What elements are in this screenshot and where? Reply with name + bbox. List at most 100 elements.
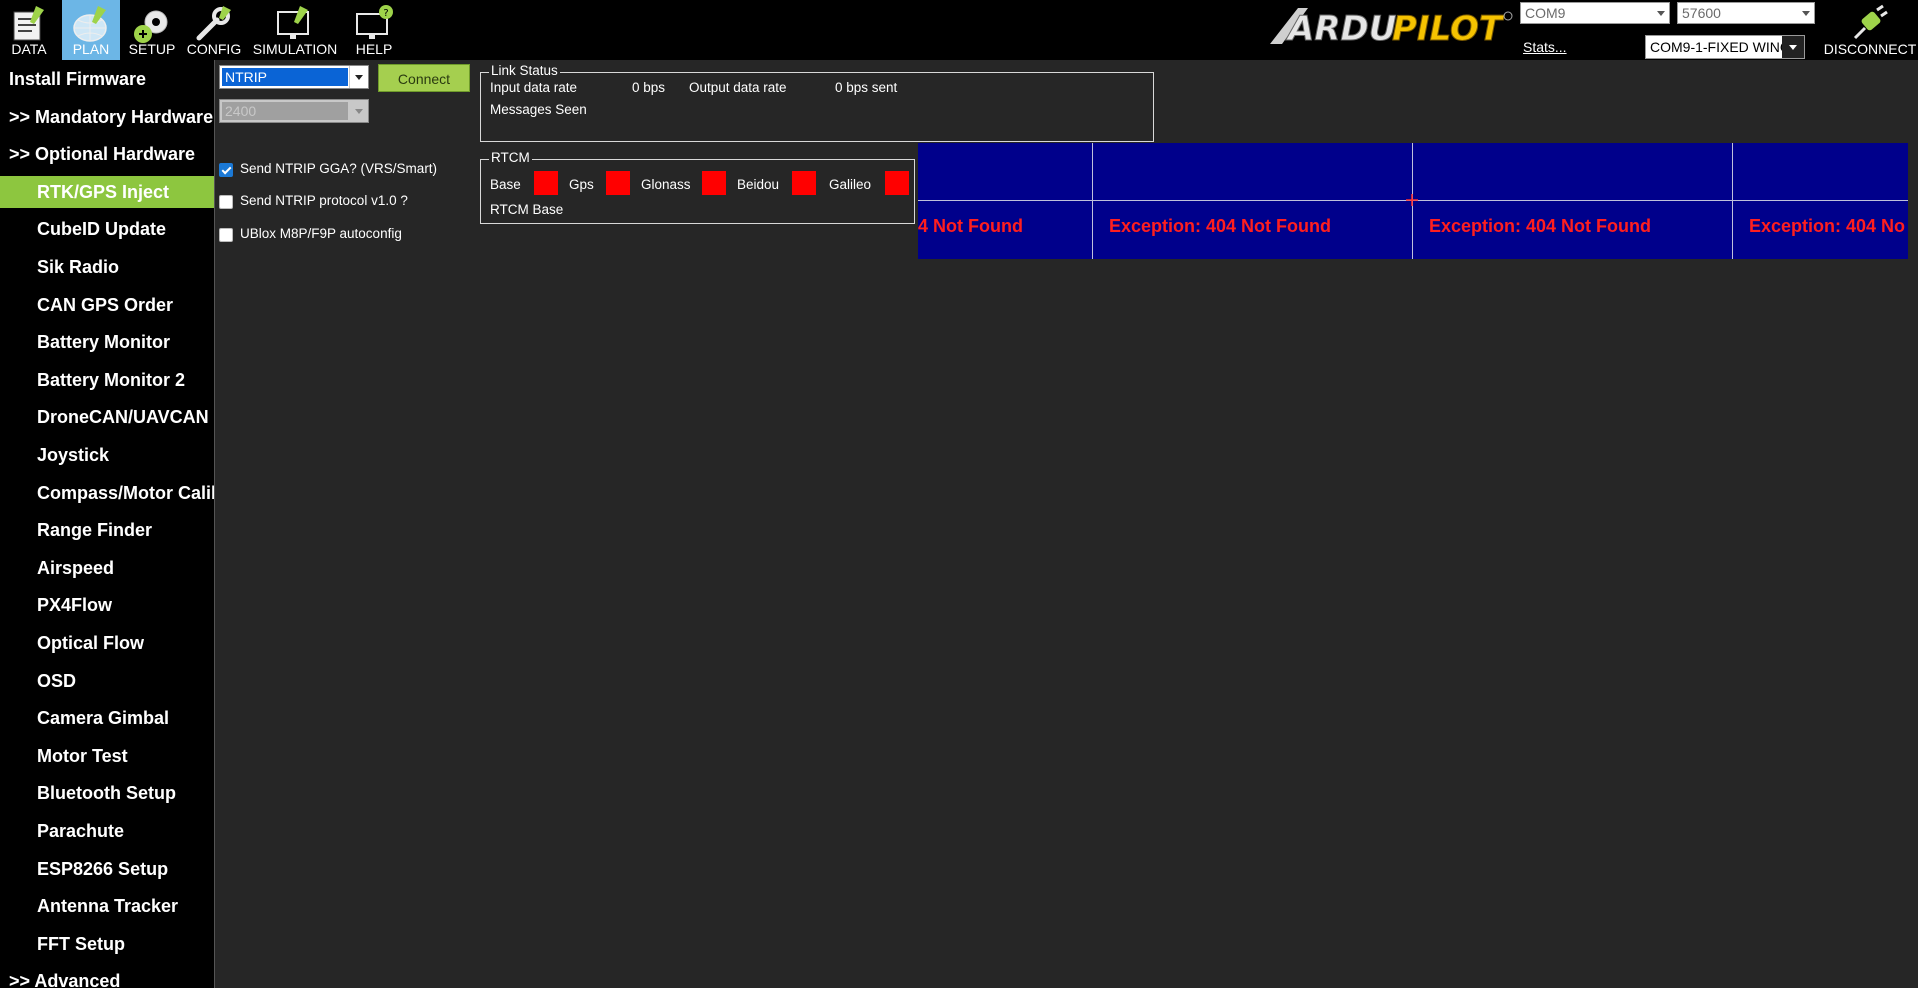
chevron-down-icon [1796,3,1814,23]
ntrip-v1-label: Send NTRIP protocol v1.0 ? [240,193,408,208]
ublox-autoconfig-label: UBlox M8P/F9P autoconfig [240,226,402,241]
rtcm-base-indicator [534,171,558,195]
sidebar-item[interactable]: ESP8266 Setup [0,853,214,885]
port-select[interactable]: COM9 [1520,2,1670,24]
data-icon [13,6,44,41]
toolbar-simulation-label: SIMULATION [252,41,338,57]
sidebar-item[interactable]: Optical Flow [0,627,214,659]
output-rate-value: 0 bps sent [835,80,898,95]
vehicle-value: COM9-1-FIXED WING [1650,39,1791,55]
sidebar-item[interactable]: Battery Monitor 2 [0,364,214,396]
stats-link[interactable]: Stats... [1523,39,1567,55]
sidebar-item[interactable]: DroneCAN/UAVCAN [0,401,214,433]
banner-divider [1092,143,1093,259]
toolbar-data-label: DATA [11,41,47,57]
sidebar-item[interactable]: CubeID Update [0,213,214,245]
ublox-autoconfig-checkbox[interactable] [219,228,233,242]
toolbar-data-button[interactable]: DATA [0,0,58,60]
svg-text:?: ? [383,8,388,19]
rtcm-beidou-label: Beidou [737,177,780,192]
gear-setup-icon [134,10,168,43]
input-rate-value: 0 bps [632,80,666,95]
rtcm-title: RTCM [489,150,532,165]
sidebar-item[interactable]: Range Finder [0,514,214,546]
sidebar-item[interactable]: Battery Monitor [0,326,214,358]
toolbar-plan-button[interactable]: PLAN [62,0,120,60]
sidebar-divider [214,60,215,988]
sidebar-item[interactable]: Antenna Tracker [0,890,214,922]
error-message: 4 Not Found [918,216,1023,236]
rtcm-glonass-label: Glonass [641,177,691,192]
chevron-down-icon [350,100,368,122]
sidebar-item[interactable]: >> Advanced [0,965,214,988]
monitor-simulation-icon [277,6,309,39]
sidebar-item[interactable]: OSD [0,665,214,697]
setup-sidebar: Install Firmware >> Mandatory Hardware >> … [0,60,214,988]
sidebar-item[interactable]: Sik Radio [0,251,214,283]
send-gga-label: Send NTRIP GGA? (VRS/Smart) [240,161,438,176]
rtcm-glonass-indicator [702,171,726,195]
crosshair-icon [1406,194,1418,206]
chevron-down-icon [1782,36,1804,58]
sidebar-item[interactable]: Airspeed [0,552,214,584]
sidebar-item[interactable]: >> Optional Hardware [0,138,214,170]
rtcm-gps-label: Gps [569,177,594,192]
sidebar-item[interactable]: FFT Setup [0,928,214,960]
svg-text:PILOT: PILOT [1392,9,1505,48]
ardupilot-logo: ARDU PILOT [1270,8,1513,48]
toolbar-plan-label: PLAN [72,41,110,57]
inject-baud-value: 2400 [222,102,348,120]
messages-seen-label: Messages Seen [490,102,587,117]
sidebar-item[interactable]: Motor Test [0,740,214,772]
input-rate-label: Input data rate [490,80,578,95]
toolbar-simulation-button[interactable]: SIMULATION [250,0,340,60]
baud-select[interactable]: 57600 [1677,2,1815,24]
rtcm-base-label: Base [490,177,521,192]
banner-divider [1732,143,1733,259]
connect-button[interactable]: Connect [378,64,470,92]
toolbar-setup-button[interactable]: SETUP [124,0,180,60]
toolbar-help-button[interactable]: ? HELP [346,0,402,60]
rtcm-base-text: RTCM Base [490,202,564,217]
globe-plan-icon [73,6,107,42]
sidebar-item[interactable]: Install Firmware [0,63,214,95]
port-value: COM9 [1525,5,1566,21]
plug-disconnect-icon [1853,4,1888,40]
chevron-down-icon [349,66,368,88]
error-message: Exception: 404 No [1749,216,1906,236]
rtcm-beidou-indicator [792,171,816,195]
map-error-banner: 4 Not Found Exception: 404 Not Found Exc… [918,143,1908,259]
rtcm-gps-indicator [606,171,630,195]
chevron-down-icon [1651,3,1669,23]
output-rate-label: Output data rate [689,80,787,95]
toolbar-config-button[interactable]: CONFIG [186,0,242,60]
help-icon: ? [356,5,393,39]
rtcm-galileo-indicator [885,171,909,195]
error-message: Exception: 404 Not Found [1429,216,1652,236]
rtcm-galileo-label: Galileo [829,177,872,192]
baud-value: 57600 [1682,5,1721,21]
sidebar-item[interactable]: Compass/Motor Calib [0,477,214,509]
toolbar-config-label: CONFIG [186,41,242,57]
sidebar-item[interactable]: RTK/GPS Inject [0,175,214,208]
vehicle-select[interactable]: COM9-1-FIXED WING [1645,35,1805,59]
inject-source-select[interactable]: NTRIP [219,65,369,89]
sidebar-item[interactable]: Joystick [0,439,214,471]
link-status-title: Link Status [489,63,560,78]
sidebar-item[interactable]: Bluetooth Setup [0,777,214,809]
inject-baud-select: 2400 [219,99,369,123]
sidebar-item[interactable]: CAN GPS Order [0,289,214,321]
sidebar-item[interactable]: PX4Flow [0,589,214,621]
top-toolbar: DATA PLAN SETUP CONFIG SIMULATION ? HELP… [0,0,1918,60]
toolbar-help-label: HELP [355,41,393,57]
toolbar-setup-label: SETUP [128,41,176,57]
send-gga-checkbox[interactable] [219,163,233,177]
disconnect-button[interactable]: DISCONNECT [1822,0,1918,60]
sidebar-item[interactable]: Parachute [0,815,214,847]
sidebar-item[interactable]: Camera Gimbal [0,702,214,734]
ntrip-v1-checkbox[interactable] [219,195,233,209]
wrench-config-icon [196,6,231,41]
inject-source-value: NTRIP [222,68,348,86]
sidebar-item[interactable]: >> Mandatory Hardware [0,101,214,133]
disconnect-label: DISCONNECT [1823,41,1917,57]
